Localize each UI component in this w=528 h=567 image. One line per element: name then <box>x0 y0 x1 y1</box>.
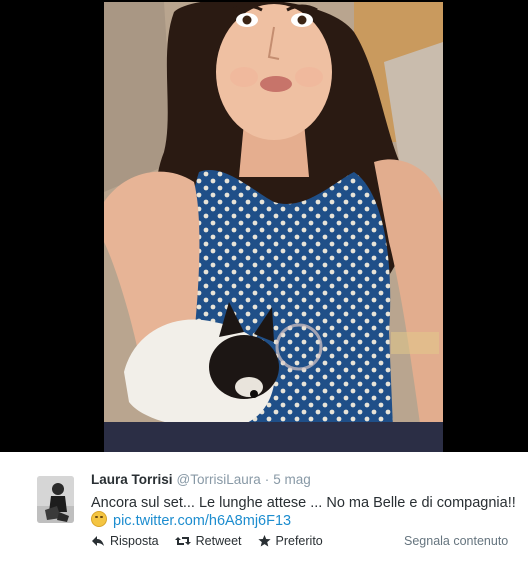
avatar-image <box>37 476 74 523</box>
reply-label: Risposta <box>110 534 159 548</box>
author-username[interactable]: @TorrisiLaura <box>177 472 261 487</box>
tweet-text: Ancora sul set... Le lunghe attese ... N… <box>91 495 516 511</box>
retweet-label: Retweet <box>195 534 242 548</box>
reply-icon <box>92 536 104 546</box>
selfie-photo-illustration <box>104 2 443 452</box>
tweet-timestamp[interactable]: 5 mag <box>273 472 311 487</box>
tweet-header: Laura Torrisi @TorrisiLaura · 5 mag <box>91 472 311 487</box>
tweet-actions: Risposta Retweet Preferito <box>91 534 323 548</box>
tweet-card: Laura Torrisi @TorrisiLaura · 5 mag Ancora … <box>0 452 528 567</box>
reply-button[interactable]: Risposta <box>91 534 159 548</box>
star-icon <box>257 535 271 547</box>
worried-face-emoji-icon <box>91 511 107 527</box>
retweet-icon <box>174 537 191 545</box>
tweet-photo[interactable] <box>104 2 443 452</box>
tweet-media-area <box>0 0 528 452</box>
tweet-link-line: pic.twitter.com/h6A8mj6F13 <box>91 511 291 531</box>
report-content-link[interactable]: Segnala contenuto <box>404 534 508 548</box>
favorite-label: Preferito <box>275 534 323 548</box>
author-fullname[interactable]: Laura Torrisi <box>91 472 173 487</box>
retweet-button[interactable]: Retweet <box>174 534 242 548</box>
avatar[interactable] <box>37 476 74 523</box>
favorite-button[interactable]: Preferito <box>257 534 323 548</box>
tweet-media-link[interactable]: pic.twitter.com/h6A8mj6F13 <box>113 513 291 529</box>
header-separator: · <box>264 472 270 487</box>
